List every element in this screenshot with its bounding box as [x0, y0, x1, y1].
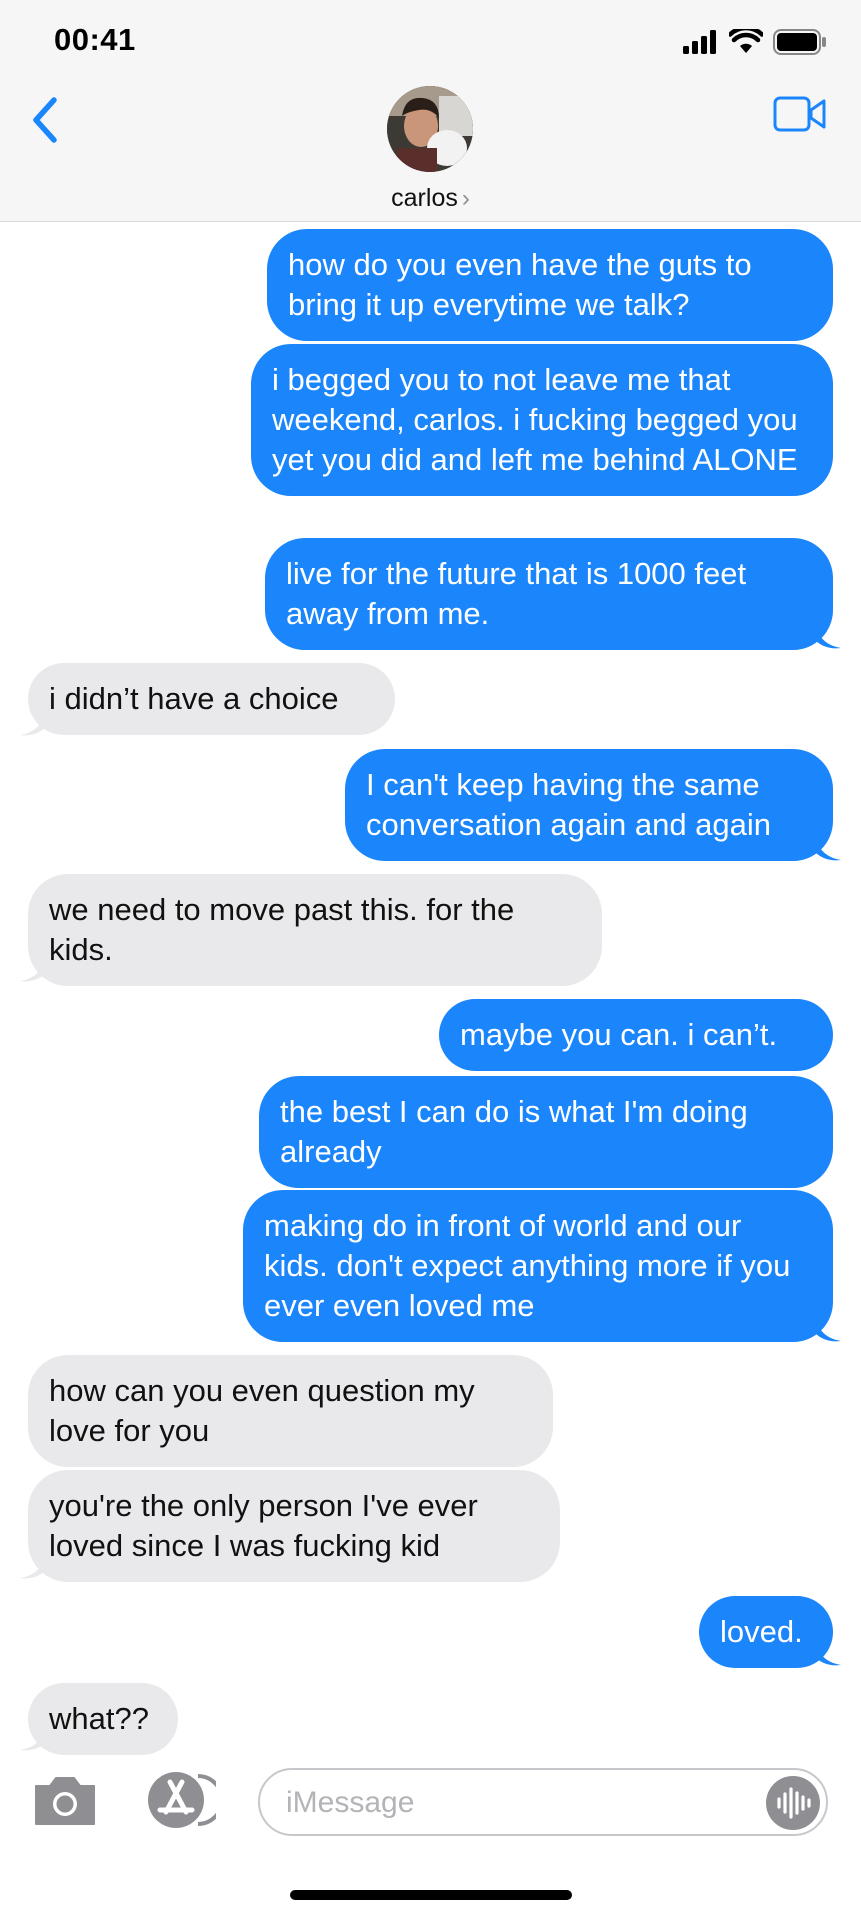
signal-icon: [683, 30, 716, 54]
video-call-button[interactable]: [773, 94, 827, 134]
bubble-tail: [815, 620, 841, 649]
message-bubble-sent[interactable]: live for the future that is 1000 feet aw…: [265, 538, 833, 650]
contact-name-button[interactable]: carlos ›: [0, 184, 861, 213]
message-text: i didn’t have a choice: [49, 681, 339, 716]
message-text: maybe you can. i can’t.: [460, 1017, 778, 1052]
message-text: making do in front of world and our kids…: [264, 1208, 791, 1323]
message-bubble-received[interactable]: what??: [28, 1683, 178, 1755]
message-bubble-received[interactable]: i didn’t have a choice: [28, 663, 395, 735]
home-indicator[interactable]: [290, 1890, 572, 1900]
message-text: loved.: [720, 1614, 803, 1649]
wifi-icon: [729, 29, 763, 53]
video-camera-icon: [773, 96, 826, 132]
message-bubble-sent[interactable]: i begged you to not leave me that weeken…: [251, 344, 833, 496]
audio-message-button[interactable]: [766, 1776, 820, 1830]
message-bubble-sent[interactable]: the best I can do is what I'm doing alre…: [259, 1076, 833, 1188]
message-input[interactable]: [284, 1780, 728, 1826]
chevron-right-icon: ›: [461, 185, 470, 212]
bubble-tail: [815, 832, 841, 861]
status-icons: [683, 28, 827, 56]
message-text: how do you even have the guts to bring i…: [288, 247, 752, 322]
message-bubble-received[interactable]: we need to move past this. for the kids.: [28, 874, 602, 986]
message-bubble-sent[interactable]: I can't keep having the same conversatio…: [345, 749, 833, 861]
app-store-icon: [148, 1772, 224, 1828]
bubble-tail: [815, 1637, 841, 1666]
bubble-tail: [20, 707, 46, 736]
message-text: what??: [49, 1701, 149, 1736]
message-text: i begged you to not leave me that weeken…: [272, 362, 798, 477]
message-bubble-received[interactable]: you're the only person I've ever loved s…: [28, 1470, 560, 1582]
message-text: we need to move past this. for the kids.: [49, 892, 515, 967]
contact-avatar[interactable]: [387, 86, 473, 172]
status-time: 00:41: [54, 22, 136, 57]
message-bubble-received[interactable]: how can you even question my love for yo…: [28, 1355, 553, 1467]
message-bubble-sent[interactable]: making do in front of world and our kids…: [243, 1190, 833, 1342]
message-text: you're the only person I've ever loved s…: [49, 1488, 478, 1563]
camera-icon: [35, 1777, 95, 1825]
message-text: how can you even question my love for yo…: [49, 1373, 475, 1448]
conversation-header: 00:41 carlos ›: [0, 0, 861, 222]
message-bubble-sent[interactable]: loved.: [699, 1596, 833, 1668]
audio-waveform-icon: [777, 1787, 811, 1819]
message-text: live for the future that is 1000 feet aw…: [286, 556, 747, 631]
chevron-left-icon: [33, 97, 57, 143]
bubble-tail: [815, 1313, 841, 1342]
bubble-tail: [20, 1722, 46, 1751]
battery-icon: [773, 29, 826, 55]
app-store-button[interactable]: [140, 1770, 224, 1830]
message-input-container: [258, 1768, 828, 1836]
message-text: I can't keep having the same conversatio…: [366, 767, 772, 842]
bubble-tail: [20, 1550, 46, 1579]
message-text: the best I can do is what I'm doing alre…: [280, 1094, 748, 1169]
back-button[interactable]: [26, 92, 66, 148]
camera-button[interactable]: [32, 1774, 98, 1828]
message-bubble-sent[interactable]: how do you even have the guts to bring i…: [267, 229, 833, 341]
contact-name: carlos: [391, 184, 458, 212]
bubble-tail: [20, 953, 46, 982]
message-bubble-sent[interactable]: maybe you can. i can’t.: [439, 999, 833, 1071]
